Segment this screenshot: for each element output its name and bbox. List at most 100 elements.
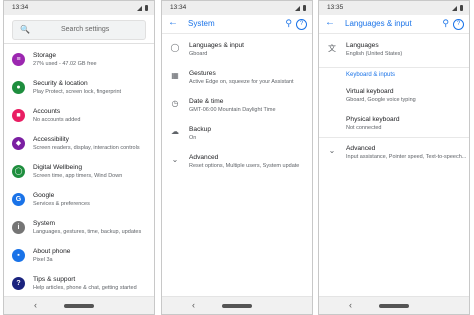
item-title: Date & time (189, 98, 224, 105)
item-subtitle: Reset options, Multiple users, System up… (189, 163, 300, 169)
item-title: Backup (189, 126, 211, 133)
translate-icon: 文 (328, 44, 336, 53)
status-bar: 13:35 (319, 1, 469, 15)
signal-icon (137, 5, 142, 11)
divider (4, 43, 154, 44)
info-icon: i (12, 221, 25, 234)
item-title: Security & location (33, 80, 88, 87)
app-bar: ← Languages & input ⚲ ? (319, 15, 469, 34)
item-subtitle: No accounts added (33, 117, 81, 123)
system-item-gestures[interactable]: ▦ Gestures Active Edge on, squeeze for y… (162, 67, 312, 95)
settings-item-security[interactable]: ● Security & location Play Protect, scre… (4, 77, 154, 105)
item-title: Virtual keyboard (346, 88, 394, 95)
settings-item-system[interactable]: i System Languages, gestures, time, back… (4, 217, 154, 245)
settings-item-google[interactable]: G Google Services & preferences (4, 189, 154, 217)
account-icon: ■ (12, 109, 25, 122)
item-subtitle: GMT-06:00 Mountain Daylight Time (189, 107, 276, 113)
help-icon: ? (12, 277, 25, 290)
lock-icon: ● (12, 81, 25, 94)
navigation-bar: ‹ (319, 296, 469, 314)
search-placeholder: Search settings (61, 26, 110, 33)
battery-icon (460, 5, 463, 11)
item-subtitle: On (189, 135, 197, 141)
languages-input-screen: 13:35 ← Languages & input ⚲ ? 文 Language… (318, 0, 470, 315)
system-screen: 13:34 ← System ⚲ ? ◯ Languages & input G… (161, 0, 313, 315)
item-title: Gestures (189, 70, 216, 77)
item-subtitle: Input assistance, Pointer speed, Text-to… (346, 154, 467, 160)
app-bar: ← System ⚲ ? (162, 15, 312, 34)
back-nav-icon[interactable]: ‹ (349, 300, 352, 310)
search-icon[interactable]: ⚲ (285, 18, 292, 29)
system-item-backup[interactable]: ☁ Backup On (162, 123, 312, 151)
system-item-languages[interactable]: ◯ Languages & input Gboard (162, 39, 312, 67)
item-subtitle: Screen time, app timers, Wind Down (33, 173, 123, 179)
navigation-bar: ‹ (162, 296, 312, 314)
settings-item-about-phone[interactable]: ▪ About phone Pixel 3a (4, 245, 154, 273)
item-title: Accounts (33, 108, 61, 115)
battery-icon (303, 5, 306, 11)
signal-icon (295, 5, 300, 11)
cloud-icon: ☁ (171, 127, 179, 136)
search-icon: 🔍 (20, 25, 30, 34)
storage-icon: ≡ (12, 53, 25, 66)
navigation-bar: ‹ (4, 296, 154, 314)
status-time: 13:34 (170, 4, 187, 11)
settings-item-storage[interactable]: ≡ Storage 27% used - 47.02 GB free (4, 49, 154, 77)
home-pill[interactable] (379, 304, 409, 308)
system-item-advanced[interactable]: ⌄ Advanced Reset options, Multiple users… (162, 151, 312, 179)
system-item-date-time[interactable]: ◷ Date & time GMT-06:00 Mountain Dayligh… (162, 95, 312, 123)
home-pill[interactable] (222, 304, 252, 308)
clock-icon: ◷ (171, 99, 179, 108)
back-nav-icon[interactable]: ‹ (192, 300, 195, 310)
search-icon[interactable]: ⚲ (442, 18, 449, 29)
phone-icon: ▪ (12, 249, 25, 262)
item-title: Languages (346, 42, 379, 49)
item-subtitle: Play Protect, screen lock, fingerprint (33, 89, 122, 95)
accessibility-icon: ◆ (12, 137, 25, 150)
signal-icon (452, 5, 457, 11)
item-subtitle: Services & preferences (33, 201, 90, 207)
item-title: Physical keyboard (346, 116, 400, 123)
settings-item-digital-wellbeing[interactable]: ◯ Digital Wellbeing Screen time, app tim… (4, 161, 154, 189)
settings-item-accounts[interactable]: ■ Accounts No accounts added (4, 105, 154, 133)
settings-item-accessibility[interactable]: ◆ Accessibility Screen readers, display,… (4, 133, 154, 161)
back-nav-icon[interactable]: ‹ (34, 300, 37, 310)
battery-icon (145, 5, 148, 11)
item-title: System (33, 220, 55, 227)
back-arrow-icon[interactable]: ← (325, 17, 335, 28)
item-title: Tips & support (33, 276, 76, 283)
status-bar: 13:34 (4, 1, 154, 15)
globe-icon: ◯ (170, 43, 180, 52)
home-pill[interactable] (64, 304, 94, 308)
page-title: System (188, 19, 215, 28)
item-title: Accessibility (33, 136, 69, 143)
advanced-item[interactable]: ⌄ Advanced Input assistance, Pointer spe… (319, 142, 469, 170)
item-title: Storage (33, 52, 57, 59)
chevron-down-icon: ⌄ (171, 155, 179, 164)
item-subtitle: Not connected (346, 125, 382, 131)
virtual-keyboard-item[interactable]: Virtual keyboard Gboard, Google voice ty… (319, 85, 469, 113)
languages-item[interactable]: 文 Languages English (United States) (319, 39, 469, 67)
item-title: About phone (33, 248, 71, 255)
settings-screen: 13:34 🔍 Search settings ≡ Storage 27% us… (3, 0, 155, 315)
divider (319, 137, 469, 138)
item-title: Google (33, 192, 55, 199)
page-title: Languages & input (345, 19, 412, 28)
help-icon[interactable]: ? (296, 19, 307, 30)
item-subtitle: Gboard (189, 51, 208, 57)
section-header-keyboard: Keyboard & inputs (346, 72, 396, 78)
item-subtitle: 27% used - 47.02 GB free (33, 61, 97, 67)
search-settings-bar[interactable]: 🔍 Search settings (12, 20, 146, 40)
item-subtitle: English (United States) (346, 51, 403, 57)
item-title: Advanced (346, 145, 376, 152)
item-subtitle: Screen readers, display, interaction con… (33, 145, 140, 151)
back-arrow-icon[interactable]: ← (168, 17, 178, 28)
item-subtitle: Active Edge on, squeeze for your Assista… (189, 79, 294, 85)
help-icon[interactable]: ? (453, 19, 464, 30)
item-subtitle: Pixel 3a (33, 257, 53, 263)
item-title: Advanced (189, 154, 219, 161)
item-title: Digital Wellbeing (33, 164, 82, 171)
status-time: 13:35 (327, 4, 344, 11)
gesture-icon: ▦ (171, 71, 179, 80)
status-time: 13:34 (12, 4, 29, 11)
